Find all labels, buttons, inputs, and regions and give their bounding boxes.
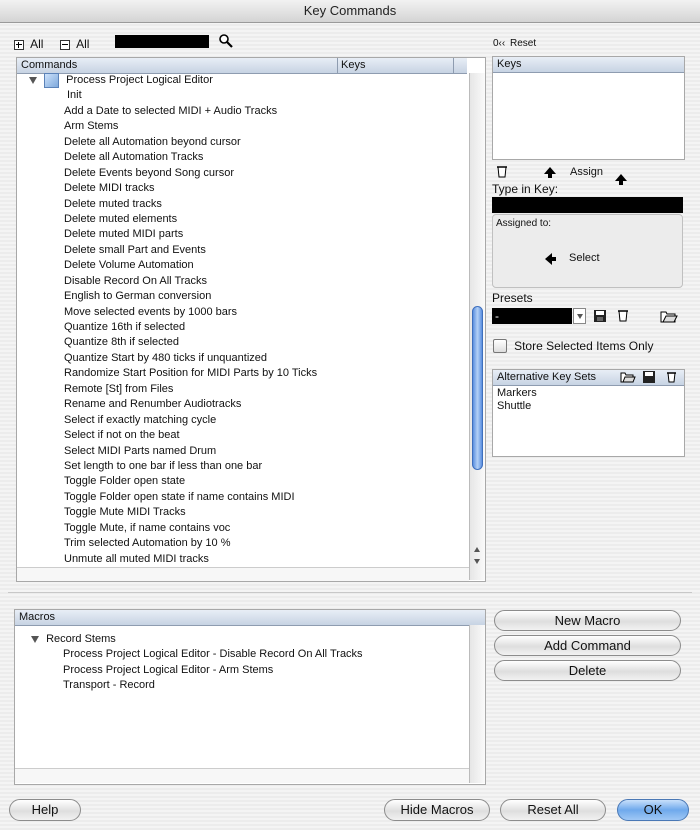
reset-all-button[interactable]: Reset All: [500, 799, 606, 821]
command-item[interactable]: Add a Date to selected MIDI + Audio Trac…: [17, 104, 469, 119]
command-item[interactable]: Set length to one bar if less than one b…: [17, 459, 469, 474]
key-set-item[interactable]: Markers: [497, 387, 684, 400]
command-item[interactable]: Arm Stems: [17, 119, 469, 134]
command-item[interactable]: Disable Record On All Tracks: [17, 274, 469, 289]
ok-button[interactable]: OK: [617, 799, 689, 821]
keys-header: Keys: [493, 57, 684, 73]
macro-item[interactable]: Process Project Logical Editor - Disable…: [15, 647, 485, 662]
alt-key-sets-header: Alternative Key Sets: [493, 370, 684, 386]
command-item[interactable]: Delete all Automation Tracks: [17, 150, 469, 165]
assign-arrow-left-icon[interactable]: [544, 167, 556, 178]
window-title: Key Commands: [0, 0, 700, 23]
rewind-icon: 0‹‹: [493, 38, 506, 49]
column-commands[interactable]: Commands: [21, 58, 77, 73]
expand-all-button[interactable]: All: [14, 37, 43, 51]
chevron-down-icon: [577, 314, 583, 319]
command-item[interactable]: Select if exactly matching cycle: [17, 413, 469, 428]
command-item[interactable]: Delete muted elements: [17, 212, 469, 227]
delete-key-set-icon[interactable]: [666, 371, 677, 383]
commands-header: Commands Keys: [17, 58, 467, 74]
divider: [8, 592, 692, 593]
macro-item[interactable]: Process Project Logical Editor - Arm Ste…: [15, 663, 485, 678]
command-item[interactable]: Quantize 8th if selected: [17, 335, 469, 350]
command-item[interactable]: Rename and Renumber Audiotracks: [17, 397, 469, 412]
macros-horizontal-scrollbar[interactable]: [15, 768, 469, 783]
command-item[interactable]: Delete all Automation beyond cursor: [17, 135, 469, 150]
import-preset-icon[interactable]: [660, 309, 678, 323]
disclosure-triangle-icon[interactable]: [29, 77, 37, 84]
presets-select[interactable]: -: [492, 308, 572, 324]
assigned-to-label: Assigned to:: [496, 218, 552, 229]
search-input[interactable]: [115, 35, 209, 48]
command-item[interactable]: Quantize Start by 480 ticks if unquantiz…: [17, 351, 469, 366]
assign-arrow-right-icon[interactable]: [615, 174, 627, 185]
folder-icon: [44, 73, 60, 88]
command-item[interactable]: Trim selected Automation by 10 %: [17, 536, 469, 551]
command-item[interactable]: Toggle Folder open state if name contain…: [17, 490, 469, 505]
checkbox-box[interactable]: [493, 339, 507, 353]
command-item[interactable]: Unmute all muted MIDI tracks: [17, 552, 469, 567]
macros-header: Macros: [15, 610, 485, 626]
alt-key-sets-panel: Alternative Key Sets Markers Shuttle: [492, 369, 685, 457]
column-keys[interactable]: Keys: [341, 58, 365, 73]
help-button[interactable]: Help: [9, 799, 81, 821]
select-arrow-icon[interactable]: [545, 253, 556, 265]
macros-panel: Macros Record Stems Process Project Logi…: [14, 609, 486, 785]
tree-folder[interactable]: Process Project Logical Editor: [17, 73, 469, 88]
open-folder-icon[interactable]: [620, 371, 636, 383]
command-item[interactable]: Toggle Mute MIDI Tracks: [17, 505, 469, 520]
save-preset-icon[interactable]: [593, 309, 607, 323]
presets-dropdown-button[interactable]: [573, 308, 586, 324]
command-item[interactable]: Delete muted MIDI parts: [17, 227, 469, 242]
search-icon[interactable]: [218, 33, 234, 49]
command-item[interactable]: Delete MIDI tracks: [17, 181, 469, 196]
save-key-set-icon[interactable]: [643, 371, 655, 383]
disclosure-triangle-icon[interactable]: [31, 635, 39, 643]
command-item[interactable]: Select MIDI Parts named Drum: [17, 444, 469, 459]
type-in-key-label: Type in Key:: [492, 182, 559, 196]
reset-button[interactable]: 0‹‹ Reset: [493, 38, 536, 49]
command-item[interactable]: Select if not on the beat: [17, 428, 469, 443]
add-command-button[interactable]: Add Command: [494, 635, 681, 656]
scrollbar-thumb[interactable]: [472, 306, 483, 470]
macro-folder[interactable]: Record Stems: [15, 632, 485, 647]
command-item[interactable]: Toggle Mute, if name contains voc: [17, 521, 469, 536]
commands-panel: Commands Keys Process Project Logical Ed…: [16, 57, 486, 582]
command-item[interactable]: Init: [17, 88, 469, 103]
command-item[interactable]: Remote [St] from Files: [17, 382, 469, 397]
key-set-item[interactable]: Shuttle: [497, 400, 684, 413]
commands-list: Process Project Logical Editor Init Add a…: [17, 73, 469, 567]
store-selected-checkbox[interactable]: Store Selected Items Only: [493, 339, 653, 353]
keys-panel: Keys: [492, 56, 685, 160]
delete-key-icon[interactable]: [496, 165, 508, 178]
command-item[interactable]: Randomize Start Position for MIDI Parts …: [17, 366, 469, 381]
commands-scrollbar[interactable]: [469, 73, 485, 580]
command-item[interactable]: Move selected events by 1000 bars: [17, 305, 469, 320]
scroll-down-icon[interactable]: [474, 559, 480, 564]
delete-preset-icon[interactable]: [617, 309, 629, 322]
command-item[interactable]: Toggle Folder open state: [17, 474, 469, 489]
collapse-icon: [60, 40, 70, 51]
macro-item[interactable]: Transport - Record: [15, 678, 485, 693]
command-item[interactable]: Quantize 16th if selected: [17, 320, 469, 335]
new-macro-button[interactable]: New Macro: [494, 610, 681, 631]
collapse-all-button[interactable]: All: [60, 37, 89, 51]
presets-label: Presets: [492, 291, 533, 305]
delete-macro-button[interactable]: Delete: [494, 660, 681, 681]
type-in-key-field[interactable]: [492, 197, 683, 213]
command-item[interactable]: English to German conversion: [17, 289, 469, 304]
assigned-to-box: Assigned to: Select: [492, 214, 683, 288]
assign-button[interactable]: Assign: [570, 166, 603, 178]
horizontal-scrollbar[interactable]: [17, 567, 469, 581]
command-items: Init Add a Date to selected MIDI + Audio …: [17, 88, 469, 567]
command-item[interactable]: Delete muted tracks: [17, 197, 469, 212]
expand-icon: [14, 40, 24, 51]
command-item[interactable]: Delete small Part and Events: [17, 243, 469, 258]
scroll-up-icon[interactable]: [474, 547, 480, 552]
command-item[interactable]: Delete Volume Automation: [17, 258, 469, 273]
select-button[interactable]: Select: [569, 252, 600, 264]
macros-scrollbar[interactable]: [469, 625, 485, 783]
hide-macros-button[interactable]: Hide Macros: [384, 799, 490, 821]
command-item[interactable]: Delete Events beyond Song cursor: [17, 166, 469, 181]
